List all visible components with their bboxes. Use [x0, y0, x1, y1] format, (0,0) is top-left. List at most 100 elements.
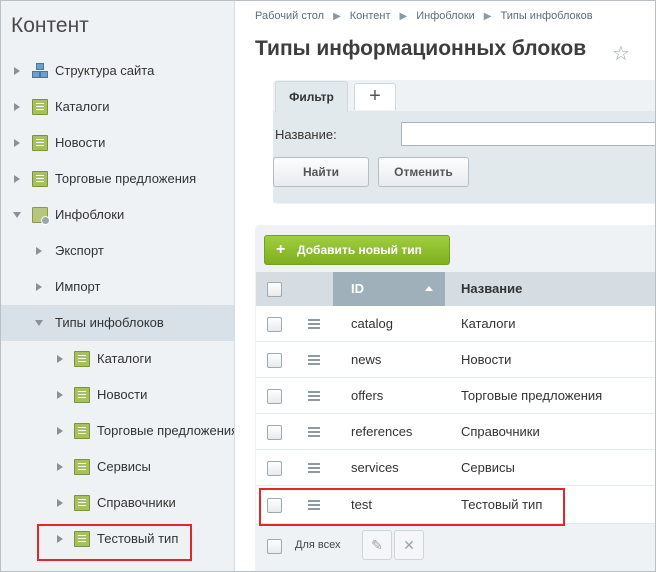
sidebar-item-label: Торговые предложения [55, 171, 197, 186]
column-header-id-label: ID [351, 281, 364, 296]
select-all-checkbox[interactable] [267, 282, 282, 297]
cell-id[interactable]: catalog [351, 316, 393, 331]
sidebar-item-type-catalogs[interactable]: Каталоги [1, 341, 234, 377]
expand-arrow-icon[interactable] [14, 175, 20, 183]
sidebar-item-type-services[interactable]: Сервисы [1, 449, 234, 485]
expand-arrow-icon[interactable] [14, 103, 20, 111]
column-header-name[interactable]: Название [461, 272, 522, 306]
cell-id[interactable]: references [351, 424, 412, 439]
cell-name: Тестовый тип [461, 497, 543, 512]
column-header-id[interactable]: ID [333, 272, 445, 306]
expand-arrow-icon[interactable] [57, 463, 63, 471]
sidebar-item-type-offers[interactable]: Торговые предложения [1, 413, 234, 449]
collapse-arrow-icon[interactable] [13, 212, 21, 218]
row-checkbox[interactable] [267, 498, 282, 513]
table-row[interactable]: references Справочники [256, 414, 655, 450]
sidebar-item-news[interactable]: Новости [1, 125, 234, 161]
add-filter-tab-button[interactable]: + [354, 83, 396, 110]
document-icon [32, 171, 48, 187]
cell-name: Торговые предложения [461, 388, 603, 403]
sidebar-item-site-structure[interactable]: Структура сайта [1, 53, 234, 89]
name-filter-input[interactable] [401, 122, 655, 146]
name-filter-label: Название: [275, 127, 337, 142]
sidebar-item-infoblocks[interactable]: Инфоблоки [1, 197, 234, 233]
breadcrumb-item[interactable]: Контент [350, 10, 391, 22]
expand-arrow-icon[interactable] [14, 139, 20, 147]
for-all-checkbox[interactable] [267, 539, 282, 554]
sidebar-item-offers[interactable]: Торговые предложения [1, 161, 234, 197]
sidebar-item-export[interactable]: Экспорт [1, 233, 234, 269]
cell-name: Сервисы [461, 460, 515, 475]
breadcrumb-item[interactable]: Типы инфоблоков [501, 10, 593, 22]
sidebar-item-label: Импорт [55, 279, 101, 294]
sidebar-item-type-news[interactable]: Новости [1, 377, 234, 413]
sidebar-item-label: Типы инфоблоков [55, 315, 164, 330]
add-new-type-label: Добавить новый тип [297, 243, 422, 257]
cancel-button[interactable]: Отменить [378, 157, 469, 187]
infoblock-icon [32, 207, 50, 225]
sidebar-item-label: Инфоблоки [55, 207, 125, 222]
sidebar-item-catalogs[interactable]: Каталоги [1, 89, 234, 125]
grid-header [256, 272, 655, 306]
expand-arrow-icon[interactable] [36, 247, 42, 255]
table-row[interactable]: news Новости [256, 342, 655, 378]
row-menu-icon[interactable] [308, 355, 320, 357]
sidebar-item-iblock-types[interactable]: Типы инфоблоков [1, 305, 234, 341]
expand-arrow-icon[interactable] [57, 499, 63, 507]
sidebar-item-label: Новости [55, 135, 106, 150]
sidebar-item-type-references[interactable]: Справочники [1, 485, 234, 521]
breadcrumb-item[interactable]: Инфоблоки [416, 10, 475, 22]
document-icon [74, 459, 90, 475]
sidebar-item-label: Каталоги [97, 351, 152, 366]
document-icon [74, 531, 90, 547]
row-menu-icon[interactable] [308, 427, 320, 429]
cell-id[interactable]: offers [351, 388, 383, 403]
breadcrumb: Рабочий стол ▶ Контент ▶ Инфоблоки ▶ Типы инфо… [255, 10, 593, 22]
sidebar-item-import[interactable]: Импорт [1, 269, 234, 305]
expand-arrow-icon[interactable] [57, 427, 63, 435]
sidebar-item-label: Тестовый тип [97, 531, 179, 546]
document-icon [74, 351, 90, 367]
find-button[interactable]: Найти [273, 157, 369, 187]
row-menu-icon[interactable] [308, 319, 320, 321]
row-menu-icon[interactable] [308, 463, 320, 465]
cell-id[interactable]: services [351, 460, 399, 475]
row-checkbox[interactable] [267, 353, 282, 368]
add-new-type-button[interactable]: + Добавить новый тип [264, 235, 450, 265]
row-menu-icon[interactable] [308, 391, 320, 393]
row-checkbox[interactable] [267, 317, 282, 332]
expand-arrow-icon[interactable] [57, 535, 63, 543]
row-menu-icon[interactable] [308, 500, 320, 502]
cell-id[interactable]: news [351, 352, 381, 367]
delete-x-icon[interactable]: ✕ [394, 530, 424, 560]
expand-arrow-icon[interactable] [36, 283, 42, 291]
collapse-arrow-icon[interactable] [35, 320, 43, 326]
row-checkbox[interactable] [267, 461, 282, 476]
table-row[interactable]: services Сервисы [256, 450, 655, 486]
document-icon [74, 423, 90, 439]
table-row[interactable]: catalog Каталоги [256, 306, 655, 342]
expand-arrow-icon[interactable] [57, 391, 63, 399]
site-structure-icon [32, 63, 48, 78]
row-checkbox[interactable] [267, 425, 282, 440]
sidebar-item-type-test[interactable]: Тестовый тип [1, 521, 234, 557]
breadcrumb-item[interactable]: Рабочий стол [255, 10, 324, 22]
document-icon [32, 135, 48, 151]
sidebar-item-label: Структура сайта [55, 63, 155, 78]
favorite-star-icon[interactable]: ☆ [612, 41, 630, 66]
tab-filter[interactable]: Фильтр [275, 81, 348, 112]
main-content: Рабочий стол ▶ Контент ▶ Инфоблоки ▶ Типы инфо… [235, 1, 655, 571]
breadcrumb-separator-icon: ▶ [333, 11, 341, 22]
table-row[interactable]: offers Торговые предложения [256, 378, 655, 414]
table-row[interactable]: test Тестовый тип [256, 486, 655, 524]
expand-arrow-icon[interactable] [57, 355, 63, 363]
cell-id[interactable]: test [351, 497, 372, 512]
sidebar-item-label: Справочники [97, 495, 176, 510]
row-checkbox[interactable] [267, 389, 282, 404]
edit-pencil-icon[interactable]: ✎ [362, 530, 392, 560]
expand-arrow-icon[interactable] [14, 67, 20, 75]
document-icon [74, 495, 90, 511]
cell-name: Новости [461, 352, 512, 367]
sidebar: Контент Структура сайта Каталоги Новости… [1, 1, 235, 571]
sidebar-item-label: Сервисы [97, 459, 151, 474]
